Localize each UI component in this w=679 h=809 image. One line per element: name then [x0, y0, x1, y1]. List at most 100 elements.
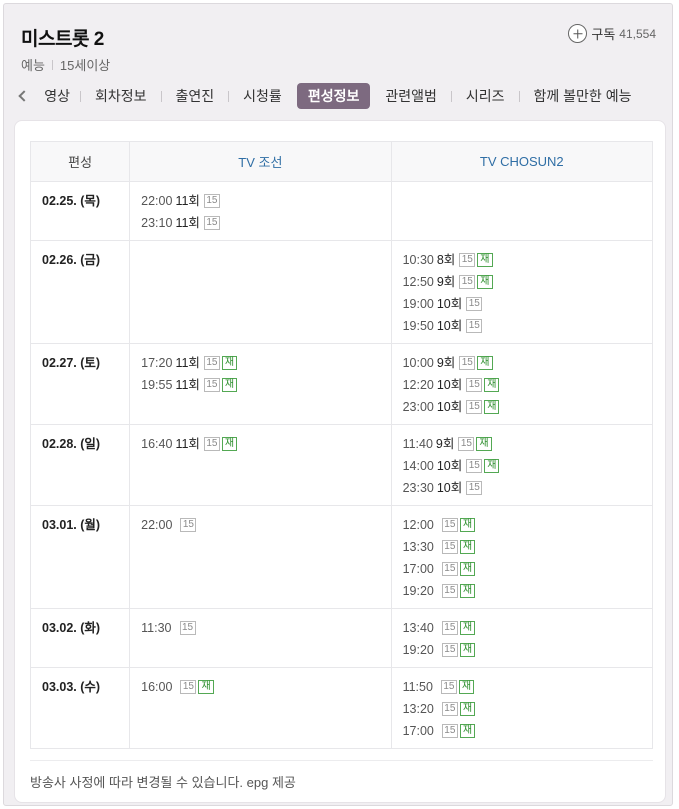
broadcast-slot: 13:30 15 재	[403, 536, 641, 558]
age-rating-badge: 15	[441, 643, 458, 657]
broadcast-slot: 10:30 8회 15 재	[403, 249, 641, 271]
broadcast-time: 22:00	[141, 194, 173, 208]
schedule-row: 03.01. (월) 22:00 15 12:00 15 재 13:30 15 재 17:00 15…	[29, 505, 654, 609]
program-meta: 예능 15세이상	[21, 55, 110, 74]
broadcast-slot: 12:50 9회 15 재	[403, 271, 641, 293]
column-header-tv-chosun2: TV CHOSUN2	[390, 141, 654, 182]
tv-chosun2-cell: 12:00 15 재 13:30 15 재 17:00 15 재 19:20 15 재	[390, 505, 654, 609]
broadcast-slot: 17:20 11회 15 재	[141, 352, 379, 374]
age-rating-badge: 15	[179, 621, 196, 635]
rerun-badge: 재	[477, 356, 493, 370]
age-rating-badge: 15	[180, 680, 197, 694]
episode-number: 11회	[175, 216, 200, 230]
rerun-badge: 재	[484, 459, 500, 473]
broadcast-slot: 14:00 10회 15 재	[403, 455, 641, 477]
schedule-header-row: 편성 TV 조선 TV CHOSUN2	[29, 141, 654, 182]
tab-episode-info[interactable]: 회차정보	[84, 83, 158, 109]
rerun-badge: 재	[476, 437, 492, 451]
tab-schedule[interactable]: 편성정보	[296, 83, 371, 109]
broadcast-slot: 13:20 15 재	[403, 698, 641, 720]
program-panel: 미스트롯 2 예능 15세이상 구독 41,554 영상 회차정보 출연진 시청…	[3, 3, 673, 806]
column-header-date: 편성	[29, 141, 131, 182]
tv-chosun2-cell: 11:50 15 재 13:20 15 재 17:00 15 재	[390, 667, 654, 749]
age-rating-badge: 15	[466, 297, 483, 311]
rerun-badge: 재	[459, 518, 476, 532]
schedule-row: 02.25. (목) 22:00 11회 15 23:10 11회 15	[29, 181, 654, 241]
episode-number: 10회	[436, 400, 463, 414]
broadcast-slot: 23:10 11회 15	[141, 212, 379, 234]
broadcast-time: 12:00	[402, 518, 434, 532]
schedule-row: 03.02. (화) 11:30 15 13:40 15 재 19:20 15 재	[29, 608, 654, 668]
tv-chosun-cell: 16:40 11회 15 재	[129, 424, 392, 506]
rerun-badge: 재	[459, 724, 476, 738]
tab-divider	[80, 90, 81, 102]
subscribe-button[interactable]: 구독 41,554	[568, 24, 656, 43]
tv-chosun2-cell: 10:30 8회 15 재 12:50 9회 15 재 19:00 10회 15 19:50 10회 15	[390, 240, 654, 344]
tab-albums[interactable]: 관련앨범	[374, 83, 448, 109]
tv-chosun-cell: 16:00 15 재	[129, 667, 392, 749]
episode-number: 9회	[436, 275, 456, 289]
footer-note: 방송사 사정에 따라 변경될 수 있습니다. epg 제공	[30, 760, 653, 791]
broadcast-time: 23:00	[402, 400, 434, 414]
tab-scroll-left-button[interactable]	[4, 81, 34, 111]
broadcast-time: 10:30	[402, 253, 434, 267]
schedule-date: 03.02. (화)	[29, 608, 131, 668]
tv-chosun2-cell	[390, 181, 654, 241]
episode-number: 10회	[436, 319, 463, 333]
broadcast-time: 19:20	[402, 584, 434, 598]
subscriber-count: 41,554	[619, 26, 656, 41]
rerun-badge: 재	[221, 378, 238, 392]
episode-number: 10회	[436, 481, 463, 495]
tab-cast[interactable]: 출연진	[165, 83, 226, 109]
broadcast-slot: 10:00 9회 15 재	[403, 352, 641, 374]
age-rating-badge: 15	[459, 253, 476, 267]
tab-divider	[160, 90, 162, 102]
broadcast-slot: 16:00 15 재	[141, 676, 379, 698]
schedule-row: 02.27. (토) 17:20 11회 15 재 19:55 11회 15 재 10:00 9회 1…	[29, 343, 654, 425]
age-rating-badge: 15	[466, 481, 483, 495]
meta-divider	[51, 59, 53, 70]
age-rating-badge: 15	[203, 356, 220, 370]
broadcast-time: 12:20	[402, 378, 434, 392]
schedule-table: 편성 TV 조선 TV CHOSUN2 02.25. (목) 22:00 11회 15…	[29, 141, 654, 749]
broadcast-time: 22:00	[141, 518, 173, 532]
broadcast-slot: 19:20 15 재	[403, 580, 641, 602]
episode-number: 11회	[175, 378, 200, 392]
broadcast-slot: 16:40 11회 15 재	[141, 433, 379, 455]
broadcast-time: 23:30	[402, 481, 434, 495]
tab-video[interactable]: 영상	[34, 83, 70, 109]
age-rating-badge: 15	[466, 319, 483, 333]
broadcast-time: 12:50	[402, 275, 434, 289]
age-rating-badge: 15	[441, 724, 458, 738]
episode-number: 9회	[436, 356, 456, 370]
schedule-row: 02.26. (금) 10:30 8회 15 재 12:50 9회 15 재 19:00 10회 15…	[29, 240, 654, 344]
column-header-tv-chosun: TV 조선	[129, 141, 392, 182]
tab-recommended[interactable]: 함께 볼만한 예능	[523, 83, 643, 109]
schedule-body: 02.25. (목) 22:00 11회 15 23:10 11회 15 02.26. (금)…	[29, 181, 654, 749]
tab-ratings[interactable]: 시청률	[232, 83, 293, 109]
schedule-card: 편성 TV 조선 TV CHOSUN2 02.25. (목) 22:00 11회 15…	[14, 120, 666, 803]
broadcast-time: 19:00	[402, 297, 434, 311]
broadcast-time: 16:00	[141, 680, 173, 694]
broadcast-time: 19:55	[141, 378, 173, 392]
broadcast-slot: 19:00 10회 15	[403, 293, 641, 315]
tab-series[interactable]: 시리즈	[455, 83, 516, 109]
broadcast-time: 19:50	[402, 319, 434, 333]
rerun-badge: 재	[477, 275, 493, 289]
tv-chosun-cell: 11:30 15	[129, 608, 392, 668]
broadcast-slot: 11:40 9회 15 재	[403, 433, 641, 455]
age-rating-badge: 15	[203, 194, 220, 208]
age-rating-badge: 15	[459, 275, 476, 289]
tv-chosun2-cell: 11:40 9회 15 재 14:00 10회 15 재 23:30 10회 15	[390, 424, 654, 506]
age-rating-badge: 15	[459, 356, 476, 370]
age-rating-badge: 15	[203, 437, 220, 451]
age-rating-badge: 15	[180, 518, 197, 532]
broadcast-time: 13:30	[402, 540, 434, 554]
age-rating-badge: 15	[441, 540, 458, 554]
rerun-badge: 재	[221, 437, 238, 451]
age-rating-badge: 15	[441, 621, 458, 635]
tv-chosun2-cell: 13:40 15 재 19:20 15 재	[390, 608, 654, 668]
rerun-badge: 재	[477, 253, 493, 267]
schedule-date: 03.03. (수)	[29, 667, 131, 749]
tv-chosun-cell	[129, 240, 392, 344]
